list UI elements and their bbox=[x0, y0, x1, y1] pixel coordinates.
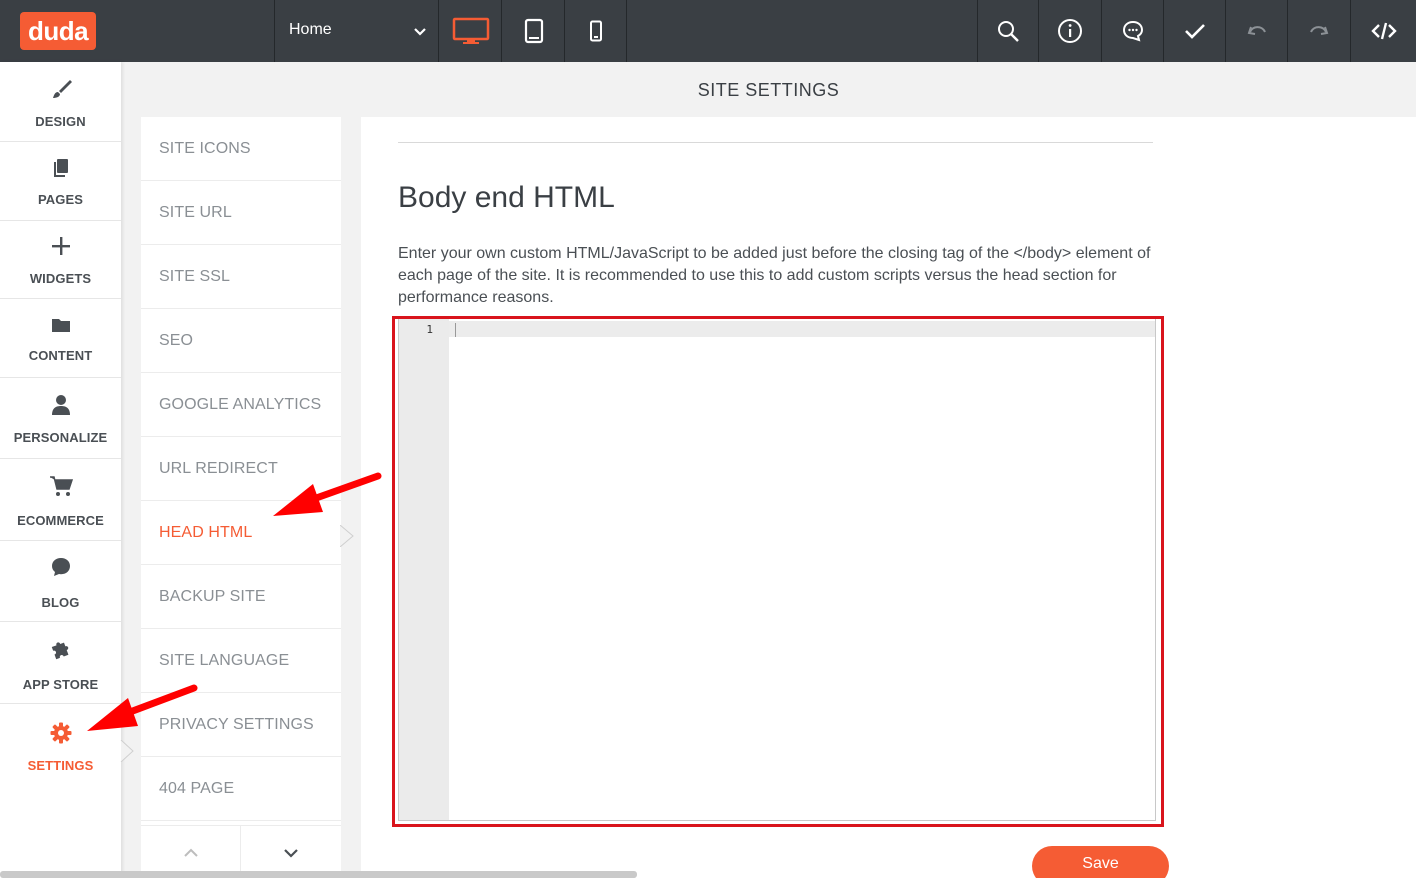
redo-icon bbox=[1310, 26, 1329, 35]
checkmark-icon bbox=[1184, 24, 1205, 39]
sidebar-item-label: DESIGN bbox=[35, 114, 86, 129]
chevron-down-icon bbox=[284, 848, 298, 858]
editor-gutter: 1 bbox=[399, 319, 449, 820]
page-selector-value: Home bbox=[289, 21, 332, 38]
section-description: Enter your own custom HTML/JavaScript to… bbox=[398, 245, 1151, 306]
horizontal-scrollbar[interactable] bbox=[0, 871, 637, 878]
editor-active-line bbox=[449, 321, 1155, 337]
sidebar-item-label: SETTINGS bbox=[27, 758, 94, 773]
top-toolbar: duda Home bbox=[0, 0, 1416, 62]
sidebar-item-blog[interactable]: BLOG bbox=[0, 541, 121, 622]
sidebar-item-widgets[interactable]: WIDGETS bbox=[0, 221, 121, 299]
comment-icon bbox=[1122, 20, 1143, 42]
sidebar-item-pages[interactable]: PAGES bbox=[0, 142, 121, 221]
submenu-item-site-language[interactable]: SITE LANGUAGE bbox=[141, 629, 341, 693]
sidebar-item-app-store[interactable]: APP STORE bbox=[0, 622, 121, 704]
undo-icon bbox=[1247, 26, 1266, 35]
search-button[interactable] bbox=[977, 0, 1039, 62]
sidebar-item-design[interactable]: DESIGN bbox=[0, 62, 121, 142]
chevron-down-icon bbox=[414, 28, 426, 36]
submenu-active-pointer bbox=[340, 525, 354, 547]
chat-bubble-icon bbox=[51, 558, 70, 576]
sidebar-item-label: WIDGETS bbox=[29, 271, 92, 286]
dev-mode-button[interactable] bbox=[1351, 0, 1416, 62]
logo-area: duda bbox=[0, 0, 275, 62]
editor-caret bbox=[455, 323, 456, 337]
search-icon bbox=[998, 21, 1019, 42]
submenu-item-url-redirect[interactable]: URL REDIRECT bbox=[141, 437, 341, 501]
sidebar-item-label: CONTENT bbox=[28, 348, 93, 363]
sidebar-item-content[interactable]: CONTENT bbox=[0, 299, 121, 378]
plus-icon bbox=[51, 237, 70, 255]
code-icon bbox=[1370, 22, 1397, 40]
divider bbox=[398, 142, 1153, 143]
sidebar-item-label: PERSONALIZE bbox=[13, 430, 108, 445]
mobile-view-button[interactable] bbox=[566, 0, 627, 62]
left-sidebar: DESIGN PAGES WIDGETS CONTENT PERSONALIZE… bbox=[0, 62, 121, 878]
pages-icon bbox=[53, 159, 68, 177]
active-pointer bbox=[120, 740, 134, 762]
code-editor[interactable]: 1 bbox=[398, 318, 1156, 821]
section-title: Body end HTML bbox=[398, 181, 615, 214]
comments-button[interactable] bbox=[1102, 0, 1164, 62]
submenu-item-404-page[interactable]: 404 PAGE bbox=[141, 757, 341, 821]
sidebar-item-label: ECOMMERCE bbox=[17, 513, 104, 528]
person-icon bbox=[51, 395, 70, 415]
submenu-item-site-url[interactable]: SITE URL bbox=[141, 181, 341, 245]
submenu-item-seo[interactable]: SEO bbox=[141, 309, 341, 373]
settings-submenu: SITE ICONS SITE URL SITE SSL SEO GOOGLE … bbox=[141, 117, 341, 878]
gear-icon bbox=[50, 722, 71, 744]
sidebar-item-label: APP STORE bbox=[22, 677, 99, 692]
duda-logo[interactable]: duda bbox=[20, 12, 96, 50]
save-button[interactable]: Save bbox=[1032, 846, 1169, 878]
page-selector[interactable]: Home bbox=[276, 0, 439, 62]
settings-content-panel: Body end HTML Enter your own custom HTML… bbox=[361, 117, 1416, 878]
tablet-icon bbox=[524, 18, 543, 44]
sidebar-item-ecommerce[interactable]: ECOMMERCE bbox=[0, 459, 121, 541]
line-number: 1 bbox=[426, 323, 433, 336]
submenu-item-site-ssl[interactable]: SITE SSL bbox=[141, 245, 341, 309]
page-title: SITE SETTINGS bbox=[697, 80, 840, 100]
info-button[interactable] bbox=[1039, 0, 1102, 62]
submenu-item-google-analytics[interactable]: GOOGLE ANALYTICS bbox=[141, 373, 341, 437]
submenu-item-privacy-settings[interactable]: PRIVACY SETTINGS bbox=[141, 693, 341, 757]
desktop-icon bbox=[452, 17, 489, 44]
mobile-icon bbox=[590, 20, 602, 42]
chevron-up-icon bbox=[183, 848, 198, 857]
sidebar-item-personalize[interactable]: PERSONALIZE bbox=[0, 378, 121, 459]
cart-icon bbox=[49, 476, 73, 496]
undo-button[interactable] bbox=[1226, 0, 1288, 62]
info-icon bbox=[1058, 19, 1082, 43]
tablet-view-button[interactable] bbox=[503, 0, 565, 62]
sidebar-item-label: BLOG bbox=[41, 595, 80, 610]
submenu-item-site-icons[interactable]: SITE ICONS bbox=[141, 117, 341, 181]
sidebar-item-settings[interactable]: SETTINGS bbox=[0, 704, 121, 786]
submenu-item-backup-site[interactable]: BACKUP SITE bbox=[141, 565, 341, 629]
puzzle-icon bbox=[51, 642, 68, 660]
folder-icon bbox=[51, 319, 70, 332]
brush-icon bbox=[52, 80, 72, 98]
desktop-view-button[interactable] bbox=[440, 0, 502, 62]
submenu-item-head-html[interactable]: HEAD HTML bbox=[141, 501, 341, 565]
redo-button[interactable] bbox=[1288, 0, 1351, 62]
publish-button[interactable] bbox=[1164, 0, 1226, 62]
sidebar-item-label: PAGES bbox=[37, 192, 84, 207]
